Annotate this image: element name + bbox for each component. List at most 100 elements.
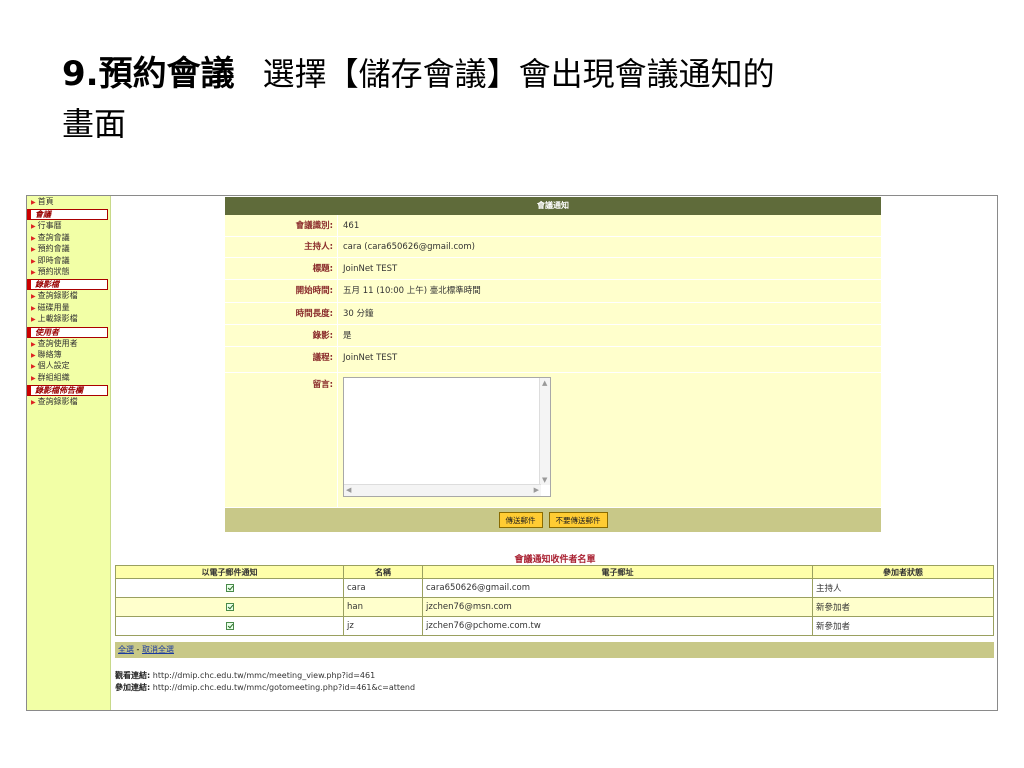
sidebar-item[interactable]: ▶ 預約狀態 [27,267,110,278]
slide-title: 9.預約會議 選擇【儲存會議】會出現會議通知的 畫面 [62,52,962,146]
sidebar-item[interactable]: ▶ 即時會議 [27,256,110,267]
sidebar-item[interactable]: ▶ 個人設定 [27,361,110,372]
field-value: 461 [337,215,881,236]
message-textarea[interactable]: ▲ ▼ ◀ ▶ [343,377,551,497]
field-value: 是 [337,325,881,346]
bullet-arrow-icon: ▶ [31,363,36,371]
view-link-url[interactable]: http://dmip.chc.edu.tw/mmc/meeting_view.… [153,671,375,680]
sidebar-item[interactable]: ▶ 查詢會議 [27,233,110,244]
select-all-link[interactable]: 全選 [118,645,134,654]
vertical-scrollbar[interactable]: ▲ ▼ [539,378,550,485]
sidebar-item-label: 群組組織 [37,372,70,382]
meeting-links: 觀看連結: http://dmip.chc.edu.tw/mmc/meeting… [115,670,415,694]
sidebar-item[interactable]: ▶ 預約會議 [27,244,110,255]
sidebar-item[interactable]: ▶ 行事曆 [27,221,110,232]
bullet-arrow-icon: ▶ [31,246,36,254]
join-link-row: 參加連結: http://dmip.chc.edu.tw/mmc/gotomee… [115,682,415,694]
sidebar-item-label: 聯絡簿 [37,350,62,360]
field-subject: 標題: JoinNet TEST [225,258,881,280]
field-meeting-id: 會議識別: 461 [225,215,881,237]
cell-email: cara650626@gmail.com [422,578,813,598]
bullet-arrow-icon: ▶ [31,352,36,360]
cell-name: cara [343,578,423,598]
cell-status: 新參加者 [812,616,994,636]
field-record: 錄影: 是 [225,325,881,347]
sidebar-item-label: 上載錄影檔 [37,314,78,324]
bullet-arrow-icon: ▶ [31,374,36,382]
field-label: 留言: [312,380,333,390]
cell-email: jzchen76@pchome.com.tw [422,616,813,636]
bullet-arrow-icon: ▶ [31,316,36,324]
sidebar-item-label: 磁碟用量 [37,302,70,312]
sidebar-item[interactable]: ▶ 查詢錄影檔 [27,397,110,408]
col-header-notify: 以電子郵件通知 [115,565,344,579]
send-mail-button[interactable]: 傳送郵件 [498,512,543,528]
sidebar-item[interactable]: ▶ 首頁 [27,197,110,208]
bullet-arrow-icon: ▶ [31,199,36,206]
sidebar: ▶ 首頁 會議 ▶ 行事曆 ▶ 查詢會議 ▶ 預約會議 ▶ 即時會議 ▶ 預約狀態 錄影檔 ▶ 查詢錄影檔 ▶ 磁… [27,196,111,710]
deselect-all-link[interactable]: 取消全選 [142,645,174,654]
sidebar-item-label: 查詢會議 [37,232,70,242]
no-send-mail-button[interactable]: 不要傳送郵件 [548,512,608,528]
sidebar-item-label: 個人設定 [37,361,70,371]
view-link-row: 觀看連結: http://dmip.chc.edu.tw/mmc/meeting… [115,670,415,682]
sidebar-item-label: 會議 [35,210,51,220]
recipients-body: cara cara650626@gmail.com 主持人 han jzchen76@m… [115,578,994,636]
field-start-time: 開始時間: 五月 11 (10:00 上午) 臺北標準時間 [225,280,881,303]
cell-email: jzchen76@msn.com [422,597,813,617]
join-link-url[interactable]: http://dmip.chc.edu.tw/mmc/gotomeeting.p… [153,683,415,692]
sidebar-item[interactable]: ▶ 查詢使用者 [27,339,110,350]
field-value: JoinNet TEST [337,347,881,372]
bullet-arrow-icon: ▶ [31,223,36,231]
sidebar-section: 錄影檔佈告欄 [27,385,108,397]
slide-title-line2: 畫面 [62,105,127,143]
panel-header: 會議通知 [225,197,881,215]
scroll-right-icon[interactable]: ▶ [534,486,539,494]
field-label: 主持人: [304,242,333,252]
recipients-title: 會議通知收件者名單 [514,555,596,565]
col-header-email: 電子郵址 [422,565,813,579]
notify-cell [115,597,344,617]
table-row: cara cara650626@gmail.com 主持人 [115,578,994,598]
scroll-up-icon[interactable]: ▲ [542,379,547,387]
field-label: 標題: [312,264,333,274]
scroll-down-icon[interactable]: ▼ [542,476,547,484]
meeting-notice-panel: 會議通知 會議識別: 461 主持人: cara (cara650626@gma… [225,197,881,532]
field-value: 五月 11 (10:00 上午) 臺北標準時間 [337,280,881,302]
sidebar-item-label: 查詢錄影檔 [37,291,78,301]
table-row: jz jzchen76@pchome.com.tw 新參加者 [115,616,994,636]
sidebar-section: 會議 [27,209,108,221]
slide-title-rest: 選擇【儲存會議】會出現會議通知的 [262,55,775,93]
field-label: 會議識別: [295,221,333,231]
horizontal-scrollbar[interactable]: ◀ ▶ [344,484,541,496]
sidebar-item[interactable]: ▶ 上載錄影檔 [27,314,110,325]
cell-status: 新參加者 [812,597,994,617]
col-header-status: 參加者狀態 [812,565,994,579]
sidebar-item-label: 預約會議 [37,244,70,254]
notify-checkbox[interactable] [225,602,234,611]
sidebar-item-label: 錄影檔 [35,280,59,290]
sidebar-item-label: 查詢使用者 [37,338,78,348]
slide-title-bold: 9.預約會議 [62,54,235,94]
screenshot-frame: ▶ 首頁 會議 ▶ 行事曆 ▶ 查詢會議 ▶ 預約會議 ▶ 即時會議 ▶ 預約狀態 錄影檔 ▶ 查詢錄影檔 ▶ 磁… [26,195,998,711]
bullet-arrow-icon: ▶ [31,399,36,407]
field-label: 開始時間: [295,286,333,296]
field-value: 30 分鐘 [337,303,881,324]
sidebar-section: 使用者 [27,326,108,338]
field-host: 主持人: cara (cara650626@gmail.com) [225,237,881,258]
scroll-left-icon[interactable]: ◀ [346,486,351,494]
sidebar-item[interactable]: ▶ 磁碟用量 [27,303,110,314]
field-label: 議程: [312,353,333,363]
sidebar-item[interactable]: ▶ 群組組織 [27,373,110,384]
sidebar-item-label: 即時會議 [37,255,70,265]
sidebar-item[interactable]: ▶ 聯絡簿 [27,350,110,361]
cell-name: han [343,597,423,617]
notify-checkbox[interactable] [225,583,234,592]
notify-checkbox[interactable] [225,621,234,630]
sidebar-item[interactable]: ▶ 查詢錄影檔 [27,291,110,302]
selection-bar: 全選 - 取消全選 [115,642,994,658]
button-bar: 傳送郵件 不要傳送郵件 [225,508,881,532]
field-label: 錄影: [312,331,333,341]
sidebar-item-label: 首頁 [37,197,54,206]
sidebar-item-label: 使用者 [35,327,59,337]
